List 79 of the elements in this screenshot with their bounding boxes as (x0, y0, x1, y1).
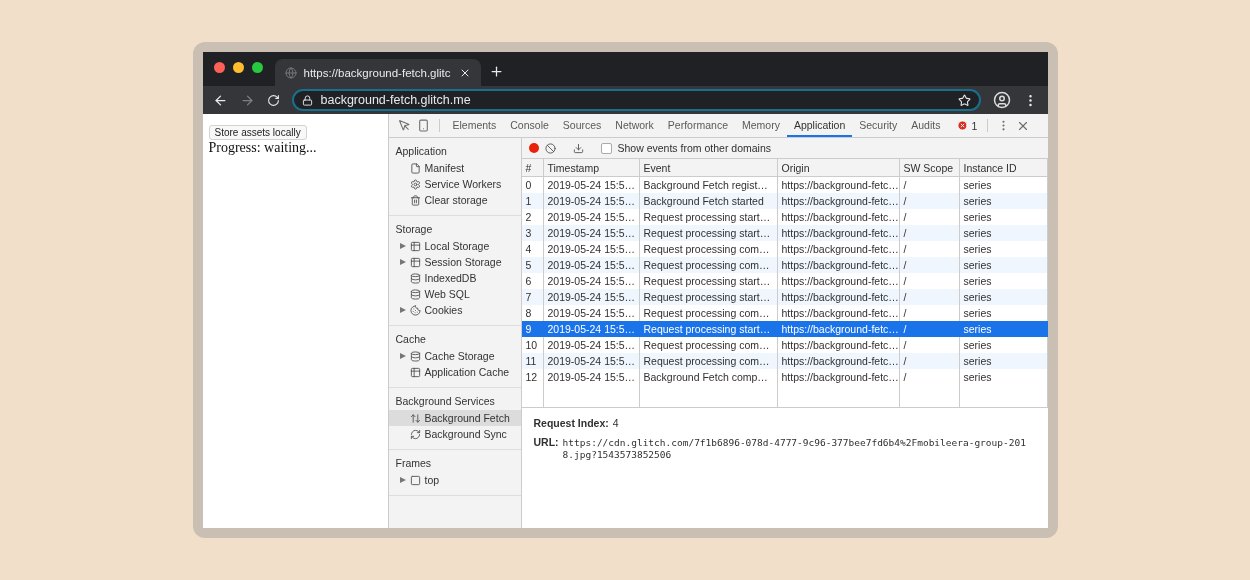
devtools-tab[interactable]: Sources (555, 114, 609, 137)
column-header[interactable]: Event (639, 159, 778, 177)
table-cell: 9 (521, 321, 544, 337)
table-cell: series (959, 321, 1048, 337)
table-cell: / (899, 289, 960, 305)
table-cell: series (959, 289, 1048, 305)
table-cell: / (899, 193, 960, 209)
table-cell: / (899, 353, 960, 369)
error-count: 1 (971, 119, 978, 132)
table-cell: series (959, 193, 1048, 209)
column-header[interactable]: Origin (777, 159, 900, 177)
checkbox-label: Show events from other domains (617, 142, 771, 154)
sidebar-item[interactable]: Cookies (388, 302, 521, 318)
browser-tab[interactable]: https://background-fetch.glitc (274, 59, 481, 86)
table-cell: Request processing start… (639, 289, 778, 305)
detail-label: URL: (533, 435, 559, 448)
column-header[interactable]: Instance ID (959, 159, 1048, 177)
tab-title: https://background-fetch.glitc (303, 66, 452, 79)
table-cell: Request processing com… (639, 257, 778, 273)
sidebar-item[interactable]: top (388, 472, 521, 488)
devtools-tab[interactable]: Performance (660, 114, 735, 137)
section-title: Frames (394, 456, 433, 471)
table-cell: Background Fetch started (639, 193, 778, 209)
devtools-tab[interactable]: Security (852, 114, 905, 137)
table-cell: Request processing start… (639, 321, 778, 337)
table-cell: 2019-05-24 15:5… (543, 193, 640, 209)
devtools-tab[interactable]: Network (608, 114, 661, 137)
detail-value: 4 (612, 417, 619, 431)
table-cell: 7 (521, 289, 544, 305)
table-cell: 5 (521, 257, 544, 273)
column-header[interactable]: SW Scope (899, 159, 960, 177)
column-header[interactable]: # (521, 159, 544, 177)
table-cell: 1 (521, 193, 544, 209)
section-title: Storage (394, 222, 434, 237)
table-cell: https://background-fetc… (777, 193, 900, 209)
sidebar-item[interactable]: Service Workers (388, 176, 521, 192)
table-cell: 2019-05-24 15:5… (543, 289, 640, 305)
table-cell: Request processing start… (639, 225, 778, 241)
table-cell: https://background-fetc… (777, 257, 900, 273)
devtools-tab[interactable]: Elements (445, 114, 504, 137)
detail-label: Request Index: (533, 417, 609, 429)
table-cell: / (899, 225, 960, 241)
table-cell: / (899, 257, 960, 273)
table-cell: / (899, 321, 960, 337)
section-title: Application (394, 144, 448, 159)
section-title: Cache (394, 332, 427, 347)
section-title: Background Services (394, 394, 496, 409)
devtools-tab[interactable]: Audits (904, 114, 948, 137)
sidebar-item[interactable]: Session Storage (388, 254, 521, 270)
sidebar-item[interactable]: Web SQL (388, 286, 521, 302)
table-cell: Request processing com… (639, 353, 778, 369)
table-cell: https://background-fetc… (777, 289, 900, 305)
table-cell: series (959, 353, 1048, 369)
table-cell: 2019-05-24 15:5… (543, 353, 640, 369)
sidebar-item[interactable]: Background Sync (388, 426, 521, 442)
sidebar-item[interactable]: IndexedDB (388, 270, 521, 286)
sidebar-item[interactable]: Background Fetch (388, 410, 521, 426)
table-cell: series (959, 257, 1048, 273)
detail-value: https://cdn.glitch.com/7f1b6896-078d-4777-9c96-377bee7fd6b4%2Fmobileera-group-2018.jpg?1543573852506 (562, 436, 1027, 462)
table-cell: 2019-05-24 15:5… (543, 321, 640, 337)
sidebar-item[interactable]: Clear storage (388, 192, 521, 208)
sidebar-item[interactable]: Local Storage (388, 238, 521, 254)
table-cell: https://background-fetc… (777, 321, 900, 337)
column-header[interactable]: Timestamp (543, 159, 640, 177)
sidebar-item[interactable]: Application Cache (388, 364, 521, 380)
table-cell: 11 (521, 353, 544, 369)
sidebar-item[interactable]: Manifest (388, 160, 521, 176)
table-cell: https://background-fetc… (777, 225, 900, 241)
store-button[interactable]: Store assets locally (208, 125, 307, 140)
table-cell: 2019-05-24 15:5… (543, 257, 640, 273)
devtools-tab[interactable]: Memory (734, 114, 787, 137)
address-bar[interactable]: background-fetch.glitch.me (291, 89, 981, 111)
devtools-tab[interactable]: Console (503, 114, 556, 137)
table-cell: series (959, 225, 1048, 241)
sidebar-item[interactable]: Cache Storage (388, 348, 521, 364)
table-cell: https://background-fetc… (777, 353, 900, 369)
progress-text: Progress: waiting... (208, 140, 318, 156)
table-cell: 3 (521, 225, 544, 241)
table-cell: 2019-05-24 15:5… (543, 225, 640, 241)
